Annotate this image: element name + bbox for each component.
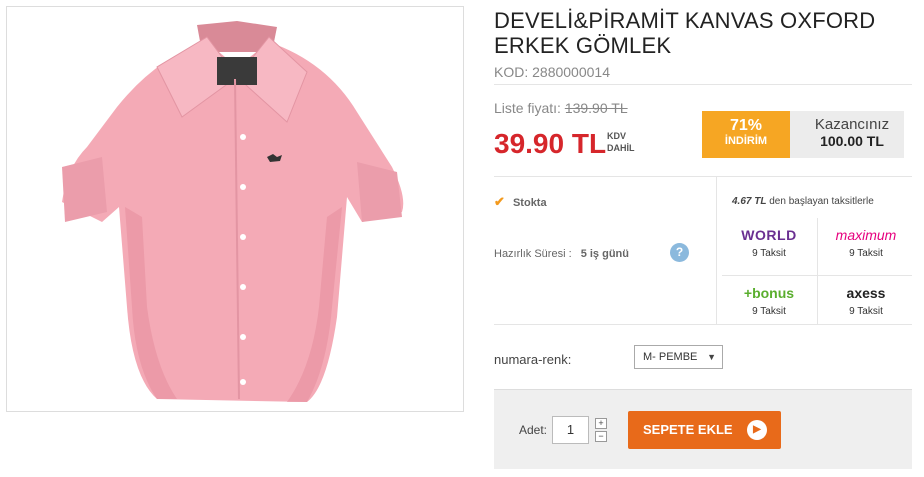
card-bonus[interactable]: +bonus 9 Taksit (727, 280, 811, 330)
qty-plus-button[interactable]: + (595, 418, 607, 429)
divider (817, 218, 818, 324)
kdv-note: KDV DAHİL (607, 130, 635, 154)
product-code: KOD: 2880000014 (494, 64, 610, 80)
taksit-count: 9 Taksit (752, 306, 786, 317)
kdv-line-2: DAHİL (607, 143, 635, 153)
bonus-logo: +bonus (743, 285, 795, 301)
chevron-down-icon: ▼ (707, 352, 716, 362)
cart-box: Adet: 1 + − SEPETE EKLE ▶ (494, 389, 912, 469)
stock-label: Stokta (512, 197, 547, 209)
divider (494, 84, 912, 85)
product-image[interactable] (6, 6, 464, 412)
savings-label: Kazancınız (814, 116, 890, 133)
divider (494, 176, 912, 177)
play-arrow-icon: ▶ (747, 420, 767, 440)
axess-logo: axess (846, 285, 886, 301)
prep-value: 5 iş günü (580, 248, 629, 260)
card-axess[interactable]: axess 9 Taksit (824, 280, 908, 330)
qty-minus-button[interactable]: − (595, 431, 607, 442)
title-line-1: DEVELİ&PİRAMİT KANVAS OXFORD (494, 8, 876, 33)
taksit-count: 9 Taksit (849, 306, 883, 317)
discount-badge: 71% İNDİRİM (702, 111, 802, 158)
maximum-logo: maximum (835, 227, 897, 243)
stock-status: ✔ Stokta (494, 194, 547, 210)
installment-grid: WORLD 9 Taksit maximum 9 Taksit +bonus 9… (722, 218, 912, 324)
sale-price: 39.90 TL (494, 128, 607, 159)
savings-value: 100.00 TL (820, 133, 884, 149)
variant-select[interactable]: M- PEMBE ▼ (634, 345, 723, 369)
title-line-2: ERKEK GÖMLEK (494, 33, 672, 58)
list-price: Liste fiyatı: 139.90 TL (494, 100, 628, 116)
installment-min-value: 4.67 TL (732, 196, 767, 207)
taksit-count: 9 Taksit (752, 248, 786, 259)
card-maximum[interactable]: maximum 9 Taksit (824, 222, 908, 272)
qty-input[interactable]: 1 (552, 416, 589, 444)
installment-heading: 4.67 TL den başlayan taksitlerle (732, 196, 874, 207)
variant-selected: M- PEMBE (643, 351, 698, 363)
check-icon: ✔ (494, 194, 505, 209)
discount-label: İNDİRİM (724, 135, 768, 147)
installment-text: den başlayan taksitlerle (766, 196, 874, 207)
product-title: DEVELİ&PİRAMİT KANVAS OXFORD ERKEK GÖMLE… (494, 8, 912, 58)
qty-label: Adet: (519, 423, 548, 437)
discount-percent: 71% (729, 117, 763, 134)
taksit-count: 9 Taksit (849, 248, 883, 259)
price-section: Liste fiyatı: 139.90 TL 39.90 TL KDV DAH… (494, 100, 912, 160)
add-to-cart-label: SEPETE EKLE (643, 422, 733, 437)
variant-label: numara-renk: (494, 352, 572, 367)
preparation-time: Hazırlık Süresi : 5 iş günü (494, 248, 629, 260)
shirt-image (62, 21, 404, 402)
savings-box: Kazancınız 100.00 TL (790, 111, 904, 158)
add-to-cart-button[interactable]: SEPETE EKLE ▶ (628, 411, 781, 449)
product-page: DEVELİ&PİRAMİT KANVAS OXFORD ERKEK GÖMLE… (0, 0, 924, 477)
list-price-value: 139.90 TL (564, 100, 628, 116)
list-price-label: Liste fiyatı: (494, 100, 561, 116)
card-world[interactable]: WORLD 9 Taksit (727, 222, 811, 272)
kdv-line-1: KDV (607, 131, 627, 141)
prep-label: Hazırlık Süresi : (494, 248, 572, 260)
product-info: DEVELİ&PİRAMİT KANVAS OXFORD ERKEK GÖMLE… (494, 0, 912, 469)
help-icon[interactable]: ? (670, 243, 689, 262)
world-logo: WORLD (741, 227, 797, 243)
divider (494, 324, 912, 325)
divider (716, 177, 717, 324)
